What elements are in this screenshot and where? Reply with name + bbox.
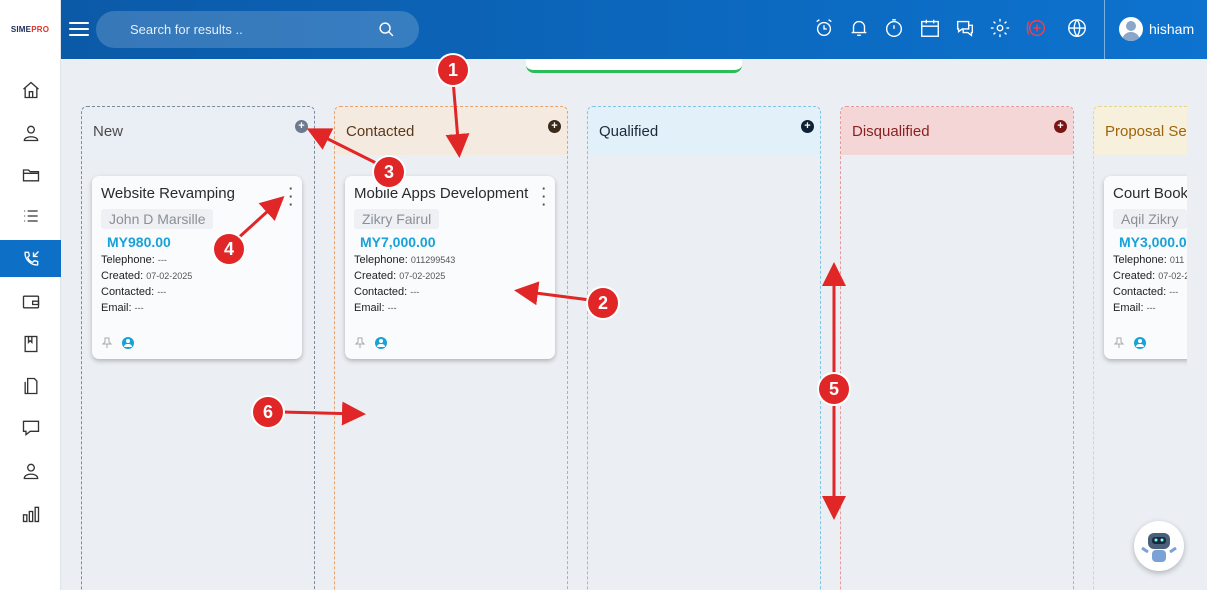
created-row: Created: 07-02-2025 bbox=[354, 270, 446, 282]
add-card-icon[interactable]: + bbox=[548, 120, 561, 133]
created-row: Created: 07-02-2025 bbox=[1113, 270, 1187, 282]
created-row: Created: 07-02-2025 bbox=[101, 270, 193, 282]
kebab-menu-icon[interactable]: · · · bbox=[541, 182, 547, 211]
user-menu[interactable]: hisham bbox=[1119, 17, 1194, 41]
search-icon[interactable] bbox=[378, 21, 395, 38]
column-title: Disqualified bbox=[852, 122, 930, 140]
column-title: Qualified bbox=[599, 122, 659, 140]
column-header: Disqualified + bbox=[841, 107, 1073, 155]
list-icon[interactable] bbox=[0, 198, 61, 234]
telephone-row: Telephone: 011 bbox=[1113, 254, 1185, 266]
lead-card[interactable]: Website Revamping · · · John D Marsille MY… bbox=[92, 176, 302, 359]
assignee-icon[interactable] bbox=[122, 337, 134, 349]
lead-card[interactable]: Mobile Apps Development · · · Zikry Fairul… bbox=[345, 176, 555, 359]
kanban-board: New + Website Revamping · · · John D Marsi… bbox=[61, 59, 1187, 590]
topbar-divider bbox=[1104, 0, 1105, 59]
deal-amount: MY7,000.00 bbox=[360, 234, 436, 250]
globe-icon[interactable] bbox=[1066, 17, 1088, 39]
search-bar bbox=[96, 11, 419, 48]
contacts-icon[interactable] bbox=[0, 115, 61, 151]
logo-accent-text: PRO bbox=[31, 25, 50, 34]
user-icon[interactable] bbox=[0, 453, 61, 489]
add-card-icon[interactable]: + bbox=[1054, 120, 1067, 133]
search-input[interactable] bbox=[96, 11, 419, 48]
telephone-row: Telephone: 011299543 bbox=[354, 254, 456, 266]
annotation-badge-5: 5 bbox=[819, 374, 849, 404]
contact-name: John D Marsille bbox=[101, 209, 214, 229]
assignee-icon[interactable] bbox=[1134, 337, 1146, 349]
book-icon[interactable] bbox=[0, 326, 61, 362]
lead-card[interactable]: Court Booking Aqil Zikry MY3,000.00 Tele… bbox=[1104, 176, 1187, 359]
annotation-badge-2: 2 bbox=[588, 288, 618, 318]
hamburger-menu-icon[interactable] bbox=[69, 18, 89, 40]
contact-name: Zikry Fairul bbox=[354, 209, 440, 229]
column-title: Proposal Se bbox=[1105, 122, 1187, 140]
logo-main-text: SIME bbox=[10, 25, 32, 34]
contacted-row: Contacted: --- bbox=[354, 286, 420, 298]
column-header: Qualified + bbox=[588, 107, 820, 155]
bell-icon[interactable] bbox=[848, 17, 870, 39]
column-new: New + Website Revamping · · · John D Marsi… bbox=[81, 106, 315, 590]
column-qualified: Qualified + bbox=[587, 106, 821, 590]
folder-icon[interactable] bbox=[0, 157, 61, 193]
chat-icon[interactable] bbox=[0, 410, 61, 446]
deal-amount: MY3,000.00 bbox=[1119, 234, 1187, 250]
column-title: Contacted bbox=[346, 122, 415, 140]
add-card-icon[interactable]: + bbox=[801, 120, 814, 133]
gear-icon[interactable] bbox=[989, 17, 1011, 39]
home-icon[interactable] bbox=[0, 72, 61, 108]
column-title: New bbox=[93, 122, 124, 140]
assignee-icon[interactable] bbox=[375, 337, 387, 349]
pin-icon[interactable] bbox=[1114, 337, 1124, 349]
annotation-badge-3: 3 bbox=[374, 157, 404, 187]
annotation-badge-1: 1 bbox=[438, 55, 468, 85]
annotation-badge-6: 6 bbox=[253, 397, 283, 427]
telephone-row: Telephone: --- bbox=[101, 254, 167, 266]
deal-amount: MY980.00 bbox=[107, 234, 171, 250]
pin-icon[interactable] bbox=[102, 337, 112, 349]
column-header: New + bbox=[82, 107, 314, 155]
chatbot-assistant-icon[interactable] bbox=[1134, 521, 1184, 571]
card-title: Website Revamping bbox=[101, 185, 235, 202]
wallet-icon[interactable] bbox=[0, 284, 61, 320]
user-name: hisham bbox=[1149, 21, 1195, 37]
avatar bbox=[1119, 17, 1143, 41]
calendar-icon[interactable] bbox=[919, 17, 941, 39]
topbar: hisham bbox=[61, 0, 1207, 59]
kebab-menu-icon[interactable]: · · · bbox=[288, 182, 294, 211]
column-header: Proposal Se bbox=[1094, 107, 1187, 155]
contacted-row: Contacted: --- bbox=[101, 286, 167, 298]
sidebar: SIME PRO bbox=[0, 0, 61, 590]
email-row: Email: --- bbox=[1113, 302, 1156, 314]
timer-icon[interactable] bbox=[883, 17, 905, 39]
contacted-row: Contacted: --- bbox=[1113, 286, 1179, 298]
email-row: Email: --- bbox=[101, 302, 144, 314]
card-title: Mobile Apps Development bbox=[354, 185, 529, 202]
logo[interactable]: SIME PRO bbox=[0, 0, 60, 59]
annotation-badge-4: 4 bbox=[214, 234, 244, 264]
card-title: Court Booking bbox=[1113, 185, 1187, 202]
column-proposal: Proposal Se Court Booking Aqil Zikry MY3… bbox=[1093, 106, 1187, 590]
alarm-clock-icon[interactable] bbox=[813, 17, 835, 39]
bar-chart-icon[interactable] bbox=[0, 496, 61, 532]
column-header: Contacted + bbox=[335, 107, 567, 155]
documents-icon[interactable] bbox=[0, 368, 61, 404]
add-card-icon[interactable]: + bbox=[295, 120, 308, 133]
column-contacted: Contacted + Mobile Apps Development · · · … bbox=[334, 106, 568, 590]
pin-icon[interactable] bbox=[355, 337, 365, 349]
add-circle-icon[interactable] bbox=[1026, 17, 1048, 39]
phone-call-icon[interactable] bbox=[0, 240, 61, 277]
contact-name: Aqil Zikry bbox=[1113, 209, 1187, 229]
email-row: Email: --- bbox=[354, 302, 397, 314]
chat-icon[interactable] bbox=[954, 17, 976, 39]
column-disqualified: Disqualified + bbox=[840, 106, 1074, 590]
